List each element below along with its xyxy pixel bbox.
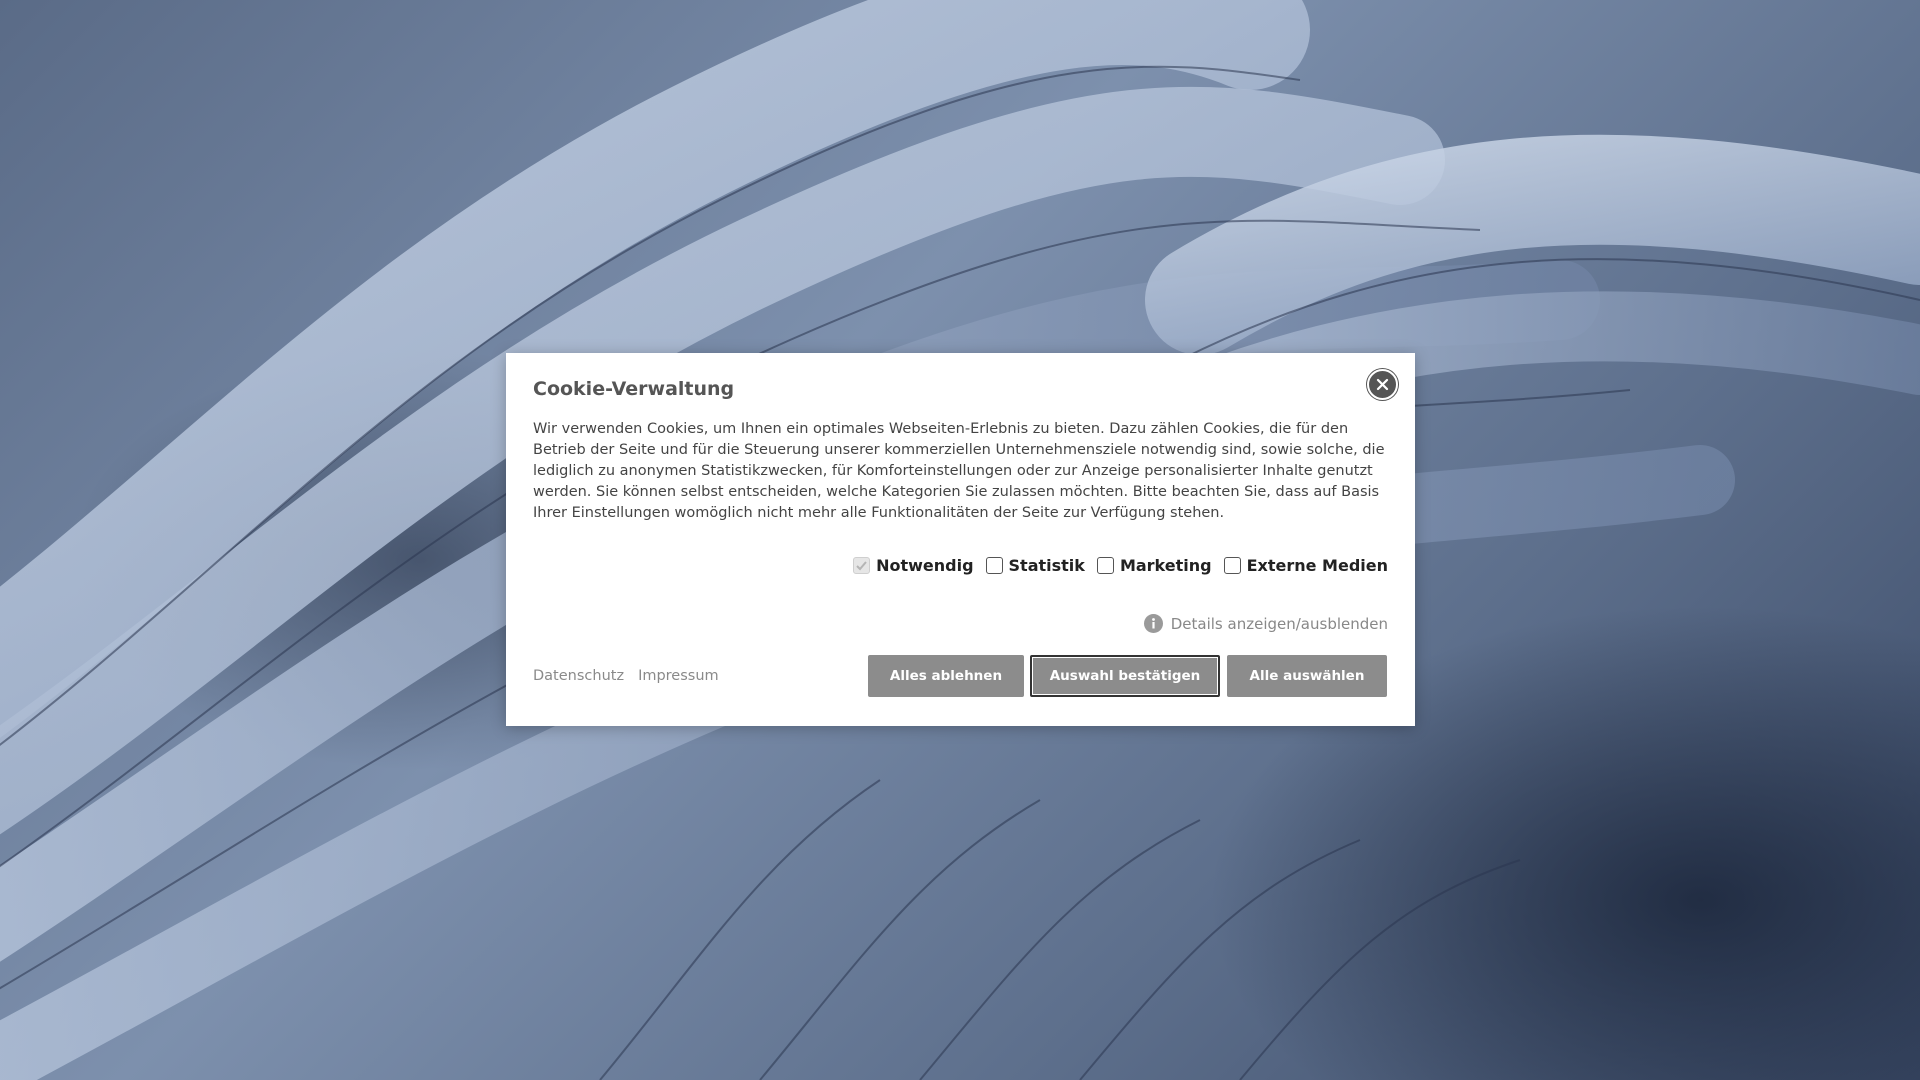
privacy-link[interactable]: Datenschutz — [533, 668, 624, 684]
accept-all-button[interactable]: Alle auswählen — [1227, 655, 1387, 697]
reject-all-button[interactable]: Alles ablehnen — [868, 655, 1024, 697]
dialog-title: Cookie-Verwaltung — [533, 378, 735, 400]
details-label: Details anzeigen/ausblenden — [1170, 614, 1388, 633]
details-toggle[interactable]: Details anzeigen/ausblenden — [1143, 614, 1388, 633]
imprint-link[interactable]: Impressum — [638, 668, 719, 684]
close-button[interactable] — [1367, 369, 1398, 400]
confirm-selection-button[interactable]: Auswahl bestätigen — [1030, 655, 1220, 697]
option-label-notwendig: Notwendig — [876, 556, 974, 575]
info-icon — [1143, 614, 1163, 633]
option-statistik[interactable]: Statistik — [985, 556, 1085, 575]
checkbox-statistik[interactable] — [985, 557, 1003, 574]
close-icon — [1376, 378, 1389, 391]
footer-links: Datenschutz Impressum — [533, 668, 719, 684]
checkbox-externe-medien[interactable] — [1223, 557, 1241, 574]
option-notwendig[interactable]: Notwendig — [853, 556, 974, 575]
checkbox-notwendig[interactable] — [853, 557, 871, 574]
checkmark-icon — [856, 561, 867, 571]
dialog-description: Wir verwenden Cookies, um Ihnen ein opti… — [533, 421, 1385, 521]
option-label-statistik: Statistik — [1008, 556, 1085, 575]
option-marketing[interactable]: Marketing — [1096, 556, 1212, 575]
option-externe-medien[interactable]: Externe Medien — [1223, 556, 1388, 575]
checkbox-marketing[interactable] — [1096, 557, 1114, 574]
option-label-externe-medien: Externe Medien — [1246, 556, 1388, 575]
option-label-marketing: Marketing — [1119, 556, 1212, 575]
cookie-consent-dialog: Cookie-Verwaltung Wir verwenden Cookies,… — [506, 353, 1415, 726]
cookie-category-options: Notwendig Statistik Marketing Externe Me… — [853, 556, 1388, 575]
